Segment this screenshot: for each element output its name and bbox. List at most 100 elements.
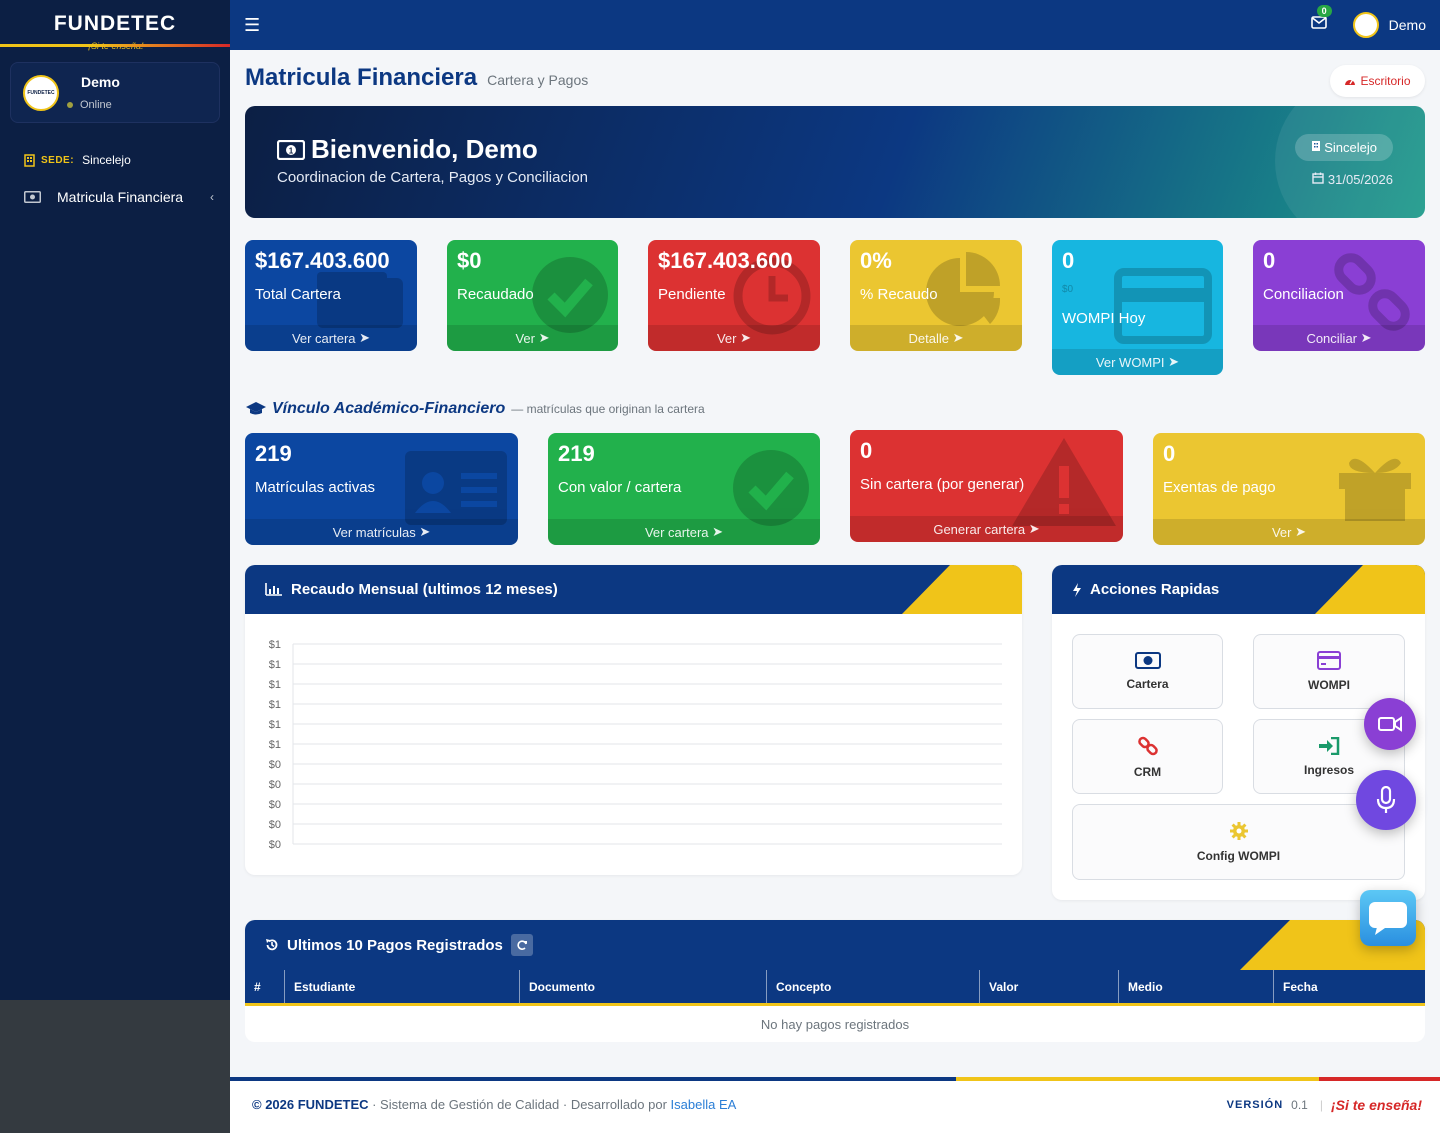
wompi-quick-button[interactable]: WOMPI [1253,634,1405,709]
footer-color-line [230,1077,1440,1081]
column-header[interactable]: Estudiante [285,970,520,1003]
ver-cartera-vinculo-link[interactable]: Ver cartera ➤ [548,519,820,545]
user-name[interactable]: Demo [81,74,120,90]
stat-value: 219 [255,441,292,466]
y-tick-label: $0 [269,819,281,831]
arrow-circle-right-icon: ➤ [712,524,724,539]
hamburger-menu-icon[interactable]: ☰ [244,15,260,36]
money-bill-icon [24,191,41,203]
developer-link[interactable]: Isabella EA [671,1097,737,1112]
page-subtitle: Cartera y Pagos [487,72,589,88]
ver-exentas-link[interactable]: Ver ➤ [1153,519,1425,545]
top-avatar[interactable] [1352,12,1379,38]
arrow-circle-right-icon: ➤ [1295,524,1307,539]
ver-wompi-link[interactable]: Ver WOMPI ➤ [1052,349,1223,375]
y-tick-label: $1 [269,739,281,751]
escritorio-button[interactable]: Escritorio [1330,65,1425,97]
sidebar-item-matricula-financiera[interactable]: Matricula Financiera ‹ [24,189,214,205]
ver-pendiente-link[interactable]: Ver ➤ [648,325,820,351]
check-circle-icon [733,450,809,526]
building-icon [1311,141,1320,151]
svg-text:1: 1 [289,146,294,155]
chat-widget-button[interactable] [1360,890,1416,946]
stat-con-valor-cartera: 219 Con valor / cartera Ver cartera ➤ [548,433,820,545]
welcome-subtitle: Coordinacion de Cartera, Pagos y Concili… [277,169,589,186]
stat-link-label: Ver [1271,524,1292,540]
column-header[interactable]: Medio [1119,970,1274,1003]
footer-separator: | [1319,1098,1323,1112]
stat-value: 0 [1263,248,1276,273]
sede-value: Sincelejo [82,153,131,167]
history-icon [265,938,279,952]
brand-name[interactable]: FUNDETEC [54,12,176,36]
stat-label: Sin cartera (por generar) [860,476,1025,493]
generar-cartera-link[interactable]: Generar cartera ➤ [850,516,1123,542]
status-label: Online [80,99,112,111]
top-user-name[interactable]: Demo [1389,17,1426,33]
column-header[interactable]: Concepto [767,970,980,1003]
column-header[interactable]: # [245,970,285,1003]
arrow-circle-right-icon: ➤ [359,330,371,345]
sede-badge-label: Sincelejo [1324,140,1377,155]
y-tick-label: $0 [269,759,281,771]
link-icon [1137,735,1159,757]
user-panel[interactable]: FUNDETEC Demo Online [10,62,220,123]
arrow-circle-right-icon: ➤ [952,330,964,345]
crm-label: CRM [1133,764,1162,779]
escritorio-label: Escritorio [1360,74,1411,88]
dashboard-icon [1345,79,1356,85]
y-tick-label: $1 [269,699,281,711]
column-header[interactable]: Documento [520,970,767,1003]
refresh-icon [517,940,527,950]
ver-matriculas-link[interactable]: Ver matrículas ➤ [245,519,518,545]
stat-link-label: Ver matrículas [332,524,416,540]
refresh-button[interactable] [510,934,533,956]
envelope-icon [1310,16,1327,29]
id-card-icon [405,451,507,525]
y-tick-label: $0 [269,779,281,791]
y-tick-label: $1 [269,639,281,651]
video-call-button[interactable] [1364,698,1416,750]
column-header[interactable]: Fecha [1274,970,1425,1003]
bolt-icon [1072,582,1082,597]
detalle-link[interactable]: Detalle ➤ [850,325,1022,351]
welcome-title-text: Bienvenido, Demo [311,134,538,164]
ver-recaudado-link[interactable]: Ver ➤ [447,325,618,351]
recaudo-chart: $1 $1 $1 $1 $1 $1 $0 $0 $0 $0 $0 [269,639,1002,851]
welcome-banner: 1 Bienvenido, Demo Coordinacion de Carte… [245,106,1425,218]
crm-quick-button[interactable]: CRM [1072,719,1223,794]
stat-link-label: Detalle [908,330,949,346]
cartera-quick-button[interactable]: Cartera [1072,634,1223,709]
recaudo-card-header: Recaudo Mensual (ultimos 12 meses) [245,565,1022,614]
sede-indicator: SEDE: Sincelejo [24,153,230,167]
sidebar: FUNDETEC ¡Si te enseña! FUNDETEC Demo On… [0,0,230,1000]
stat-link-label: Ver [716,330,737,346]
stat-label: WOMPI Hoy [1062,310,1146,327]
stat-pendiente: $167.403.600 Pendiente Ver ➤ [648,240,820,351]
brand[interactable]: FUNDETEC ¡Si te enseña! [0,0,230,51]
conciliar-link[interactable]: Conciliar ➤ [1253,325,1425,351]
voice-assistant-button[interactable] [1356,770,1416,830]
messages-button[interactable]: 0 [1310,5,1332,34]
ver-cartera-link[interactable]: Ver cartera ➤ [245,325,417,351]
ingresos-label: Ingresos [1303,762,1354,777]
pagos-table-header: # Estudiante Documento Concepto Valor Me… [245,970,1425,1006]
column-header[interactable]: Valor [980,970,1119,1003]
wompi-label: WOMPI [1308,678,1350,692]
version-label: VERSIÓN [1226,1099,1284,1111]
topbar: ☰ 0 Demo [230,0,1440,50]
footer-version: VERSIÓN 0.1 | ¡Si te enseña! [1227,1097,1422,1113]
stat-recaudado: $0 Recaudado Ver ➤ [447,240,618,351]
stat-value: $0 [457,248,482,273]
chevron-left-icon[interactable]: ‹ [210,190,214,204]
avatar: FUNDETEC [23,74,59,111]
stat-value: $167.403.600 [255,248,390,273]
warning-triangle-icon [1012,438,1116,526]
recaudo-mensual-card: Recaudo Mensual (ultimos 12 meses) $1 $1 $… [245,565,1022,875]
config-wompi-quick-button[interactable]: Config WOMPI [1072,804,1405,880]
arrow-circle-right-icon: ➤ [1028,521,1040,536]
gear-icon [1229,821,1249,841]
welcome-date: 31/05/2026 [1312,172,1393,187]
pagos-empty-message: No hay pagos registrados [245,1006,1425,1042]
stat-label: Matrículas activas [255,479,376,496]
